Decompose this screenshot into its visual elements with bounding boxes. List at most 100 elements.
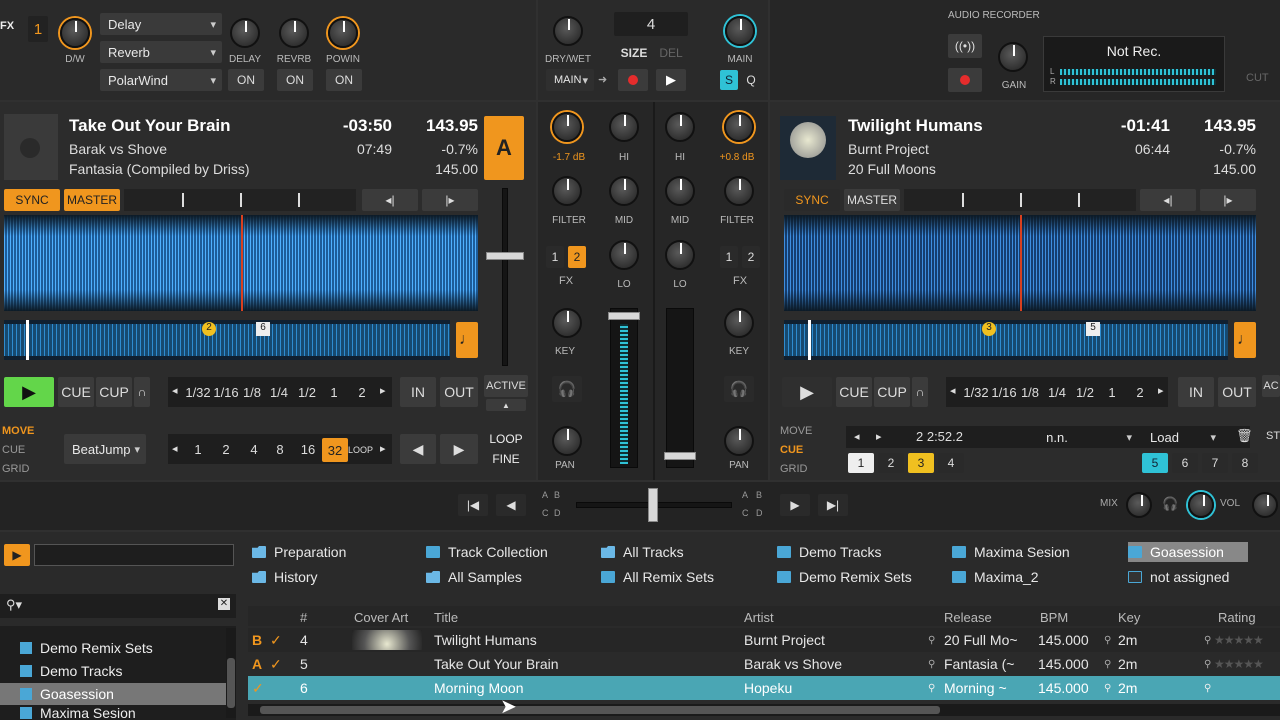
col-release[interactable]: Release	[944, 610, 992, 625]
deck-a-move-back[interactable]: ◀	[400, 434, 436, 464]
vol-knob[interactable]	[1252, 492, 1278, 518]
jump-4[interactable]: 4	[242, 439, 266, 459]
search-icon[interactable]: ⚲	[928, 659, 935, 670]
jump-2[interactable]: 2	[214, 439, 238, 459]
tree-item-demo-remix-sets[interactable]: Demo Remix Sets	[0, 637, 232, 659]
next-track-button[interactable]: ▶|	[818, 494, 848, 516]
pan-b-knob[interactable]	[724, 426, 754, 456]
fx-assign-b-1[interactable]: 1	[720, 246, 738, 268]
loop-1-8[interactable]: 1/8	[1018, 382, 1042, 402]
hi-a-knob[interactable]	[609, 112, 639, 142]
preview-player[interactable]	[34, 544, 234, 566]
search-bar[interactable]: ⚲▾ ✕	[0, 594, 236, 618]
table-row[interactable]: B ✓ 4 Twilight Humans Burnt Project ⚲ 20…	[248, 628, 1280, 652]
cue-prev-icon[interactable]: ◂	[854, 430, 860, 443]
favorite-preparation[interactable]: Preparation	[252, 544, 346, 560]
cue-b-headphone-button[interactable]: 🎧	[724, 376, 754, 402]
deck-a-out-button[interactable]: OUT	[440, 377, 478, 407]
mid-b-knob[interactable]	[665, 176, 695, 206]
loop-label[interactable]: LOOP	[484, 432, 528, 446]
polarwind-knob[interactable]	[328, 18, 358, 48]
loop-1-2[interactable]: 1/2	[294, 382, 320, 402]
loop-1[interactable]: 1	[322, 382, 346, 402]
main-volume-knob[interactable]	[725, 16, 755, 46]
cue-marker[interactable]: 3	[982, 322, 996, 336]
cue-a-headphone-button[interactable]: 🎧	[552, 376, 582, 402]
deck-b-sync-button[interactable]: SYNC	[784, 189, 840, 211]
horizontal-scrollbar[interactable]	[248, 704, 1280, 716]
hotcue-5[interactable]: 5	[1142, 453, 1168, 473]
tree-item-goasession[interactable]: Goasession	[0, 683, 232, 705]
loop-1-32[interactable]: 1/32	[184, 382, 212, 402]
fine-label[interactable]: FINE	[484, 452, 528, 466]
drywet-knob[interactable]	[553, 16, 583, 46]
deck-b-mode-move[interactable]: MOVE	[780, 425, 812, 437]
delete-cue-icon[interactable]: 🗑	[1236, 428, 1253, 444]
favorite-demo-remix-sets[interactable]: Demo Remix Sets	[777, 569, 912, 585]
reverb-on-button[interactable]: ON	[277, 69, 313, 91]
fx-select-3[interactable]: PolarWind	[100, 69, 222, 91]
cue-name-field[interactable]: n.n.	[976, 426, 1138, 448]
favorite-track-collection[interactable]: Track Collection	[426, 544, 548, 560]
deck-a-tempo-fader[interactable]	[502, 188, 508, 366]
fx-assign-a-2[interactable]: 2	[568, 246, 586, 268]
deck-a-play-button[interactable]: ▶	[4, 377, 54, 407]
favorite-history[interactable]: History	[252, 569, 318, 585]
key-b-knob[interactable]	[724, 308, 754, 338]
preview-play-button[interactable]: ▶	[4, 544, 30, 566]
jump-left-icon[interactable]: ◂	[172, 442, 178, 455]
fx-assign-a-1[interactable]: 1	[546, 246, 564, 268]
favorite-maxima-sesion[interactable]: Maxima Sesion	[952, 544, 1070, 560]
hotcue-8[interactable]: 8	[1232, 453, 1258, 473]
jump-16[interactable]: 16	[296, 439, 320, 459]
deck-a-master-button[interactable]: MASTER	[64, 189, 120, 211]
hi-b-knob[interactable]	[665, 112, 695, 142]
deck-a-cup-button[interactable]: CUP	[96, 377, 132, 407]
col-title[interactable]: Title	[434, 610, 458, 625]
deck-a-mode-cue[interactable]: CUE	[2, 444, 25, 456]
loop-left-icon[interactable]: ◂	[172, 384, 178, 397]
table-row-selected[interactable]: ✓ 6 Morning Moon Hopeku ⚲ Morning ~ 145.…	[248, 676, 1280, 700]
loop-1-4[interactable]: 1/4	[266, 382, 292, 402]
table-row[interactable]: A ✓ 5 Take Out Your Brain Barak vs Shove…	[248, 652, 1280, 676]
lo-a-knob[interactable]	[609, 240, 639, 270]
volume-a-cap[interactable]	[608, 312, 640, 320]
deck-a-collapse-button[interactable]: ▲	[486, 399, 526, 411]
cue-next-icon[interactable]: ▸	[876, 430, 882, 443]
volume-b-cap[interactable]	[664, 452, 696, 460]
loop-1-16[interactable]: 1/16	[990, 382, 1018, 402]
search-icon[interactable]: ⚲	[1204, 635, 1211, 646]
jump-32[interactable]: 32	[322, 438, 348, 462]
cue-marker[interactable]: 5	[1086, 322, 1100, 336]
loop-1-32[interactable]: 1/32	[962, 382, 990, 402]
tree-scrollbar-thumb[interactable]	[227, 658, 235, 708]
deck-b-waveform[interactable]	[784, 215, 1256, 311]
broadcast-button[interactable]: ((•))	[948, 34, 982, 58]
deck-a-mode-grid[interactable]: GRID	[2, 463, 30, 475]
deck-b-mode-grid[interactable]: GRID	[780, 463, 808, 475]
deck-a-mode-move[interactable]: MOVE	[2, 425, 34, 437]
fx-drywet-knob[interactable]	[60, 18, 90, 48]
q-button[interactable]: Q	[742, 70, 760, 90]
cue-marker[interactable]: 2	[202, 322, 216, 336]
loop-left-icon[interactable]: ◂	[950, 384, 956, 397]
deck-a-sync-button[interactable]: SYNC	[4, 189, 60, 211]
fx-select-1[interactable]: Delay	[100, 13, 222, 35]
search-icon[interactable]: ⚲	[928, 635, 935, 646]
tree-item-demo-tracks[interactable]: Demo Tracks	[0, 660, 232, 682]
cue-mix-knob[interactable]	[1126, 492, 1152, 518]
clear-search-icon[interactable]: ✕	[218, 598, 230, 610]
tree-scrollbar[interactable]	[226, 628, 236, 718]
hotcue-1[interactable]: 1	[848, 453, 874, 473]
sampler-play-button[interactable]: ▶	[656, 69, 686, 91]
hotcue-6[interactable]: 6	[1172, 453, 1198, 473]
col-artist[interactable]: Artist	[744, 610, 774, 625]
deck-a-waveform[interactable]	[4, 215, 478, 311]
favorite-goasession[interactable]: Goasession	[1128, 542, 1248, 562]
pan-a-knob[interactable]	[552, 426, 582, 456]
loop-1[interactable]: 1	[1100, 382, 1124, 402]
fx-select-2[interactable]: Reverb	[100, 41, 222, 63]
fx-assign-b-2[interactable]: 2	[742, 246, 760, 268]
mid-a-knob[interactable]	[609, 176, 639, 206]
col-key[interactable]: Key	[1118, 610, 1140, 625]
